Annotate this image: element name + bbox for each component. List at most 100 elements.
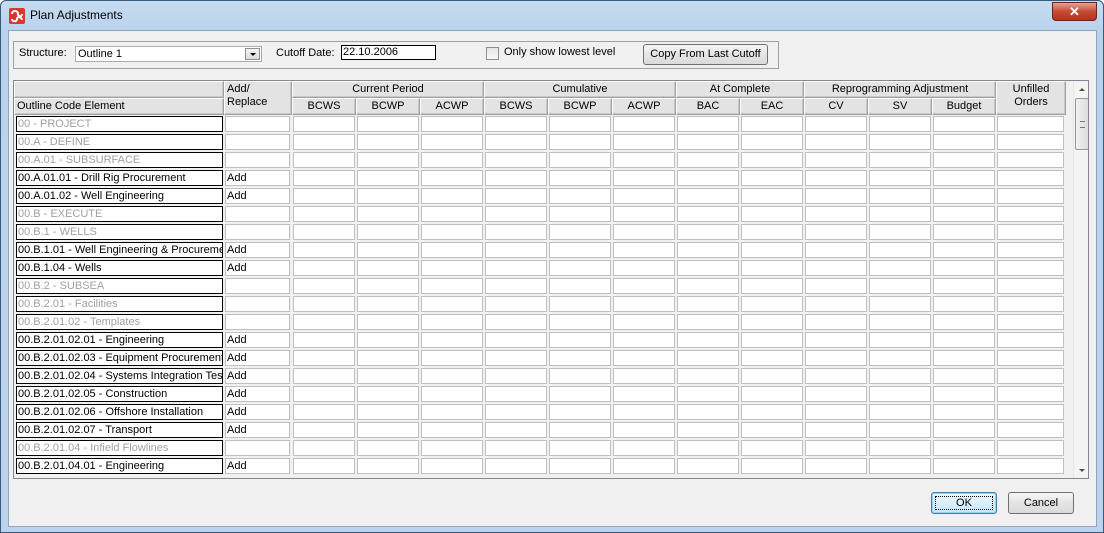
current-bcwp-cell[interactable] bbox=[357, 332, 419, 348]
add-replace-cell[interactable]: Add bbox=[225, 260, 290, 276]
copy-from-last-cutoff-button[interactable]: Copy From Last Cutoff bbox=[643, 44, 768, 65]
budget-cell[interactable] bbox=[933, 188, 995, 204]
current-bcwp-cell[interactable] bbox=[357, 296, 419, 312]
cumulative-bcwp-cell[interactable] bbox=[549, 134, 611, 150]
budget-cell[interactable] bbox=[933, 332, 995, 348]
scroll-thumb[interactable] bbox=[1075, 98, 1088, 150]
current-bcws-cell[interactable] bbox=[293, 224, 355, 240]
current-acwp-cell[interactable] bbox=[421, 350, 483, 366]
outline-code-cell[interactable]: 00.B.1.04 - Wells bbox=[16, 260, 223, 276]
outline-code-cell[interactable]: 00.A - DEFINE bbox=[16, 134, 223, 150]
current-bcws-cell[interactable] bbox=[293, 242, 355, 258]
current-bcws-cell[interactable] bbox=[293, 134, 355, 150]
current-bcws-cell[interactable] bbox=[293, 152, 355, 168]
current-acwp-cell[interactable] bbox=[421, 152, 483, 168]
cumulative-bcwp-cell[interactable] bbox=[549, 314, 611, 330]
cumulative-bcws-cell[interactable] bbox=[485, 134, 547, 150]
current-acwp-cell[interactable] bbox=[421, 314, 483, 330]
cumulative-bcws-cell[interactable] bbox=[485, 206, 547, 222]
current-bcws-cell[interactable] bbox=[293, 188, 355, 204]
current-bcwp-cell[interactable] bbox=[357, 170, 419, 186]
cv-cell[interactable] bbox=[805, 332, 867, 348]
cumulative-bcws-cell[interactable] bbox=[485, 458, 547, 474]
add-replace-cell[interactable]: Add bbox=[225, 332, 290, 348]
current-bcwp-cell[interactable] bbox=[357, 206, 419, 222]
cumulative-acwp-cell[interactable] bbox=[613, 404, 675, 420]
outline-code-cell[interactable]: 00 - PROJECT bbox=[16, 116, 223, 132]
eac-cell[interactable] bbox=[741, 458, 803, 474]
eac-cell[interactable] bbox=[741, 260, 803, 276]
scroll-down-arrow-icon[interactable] bbox=[1074, 462, 1088, 478]
add-replace-cell[interactable] bbox=[225, 296, 290, 312]
cumulative-bcwp-cell[interactable] bbox=[549, 386, 611, 402]
sv-cell[interactable] bbox=[869, 422, 931, 438]
bac-cell[interactable] bbox=[677, 224, 739, 240]
current-acwp-cell[interactable] bbox=[421, 134, 483, 150]
sv-cell[interactable] bbox=[869, 440, 931, 456]
cumulative-bcws-cell[interactable] bbox=[485, 116, 547, 132]
bac-cell[interactable] bbox=[677, 368, 739, 384]
current-bcws-cell[interactable] bbox=[293, 296, 355, 312]
unfilled-orders-cell[interactable] bbox=[997, 116, 1064, 132]
cv-cell[interactable] bbox=[805, 188, 867, 204]
sv-cell[interactable] bbox=[869, 314, 931, 330]
cumulative-bcwp-cell[interactable] bbox=[549, 170, 611, 186]
add-replace-cell[interactable] bbox=[225, 116, 290, 132]
bac-cell[interactable] bbox=[677, 404, 739, 420]
current-bcwp-cell[interactable] bbox=[357, 224, 419, 240]
current-bcws-cell[interactable] bbox=[293, 278, 355, 294]
add-replace-cell[interactable]: Add bbox=[225, 368, 290, 384]
bac-cell[interactable] bbox=[677, 188, 739, 204]
bac-cell[interactable] bbox=[677, 458, 739, 474]
current-bcws-cell[interactable] bbox=[293, 368, 355, 384]
outline-code-cell[interactable]: 00.B.2.01.02.03 - Equipment Procurement bbox=[16, 350, 223, 366]
current-bcwp-cell[interactable] bbox=[357, 188, 419, 204]
unfilled-orders-cell[interactable] bbox=[997, 386, 1064, 402]
current-bcws-cell[interactable] bbox=[293, 422, 355, 438]
cumulative-acwp-cell[interactable] bbox=[613, 206, 675, 222]
cv-cell[interactable] bbox=[805, 224, 867, 240]
bac-cell[interactable] bbox=[677, 206, 739, 222]
unfilled-orders-cell[interactable] bbox=[997, 422, 1064, 438]
add-replace-cell[interactable]: Add bbox=[225, 458, 290, 474]
budget-cell[interactable] bbox=[933, 134, 995, 150]
cumulative-acwp-cell[interactable] bbox=[613, 314, 675, 330]
outline-code-cell[interactable]: 00.A.01.01 - Drill Rig Procurement bbox=[16, 170, 223, 186]
cumulative-bcwp-cell[interactable] bbox=[549, 278, 611, 294]
cumulative-acwp-cell[interactable] bbox=[613, 368, 675, 384]
cumulative-acwp-cell[interactable] bbox=[613, 278, 675, 294]
unfilled-orders-cell[interactable] bbox=[997, 296, 1064, 312]
cumulative-acwp-cell[interactable] bbox=[613, 152, 675, 168]
cumulative-acwp-cell[interactable] bbox=[613, 224, 675, 240]
bac-cell[interactable] bbox=[677, 386, 739, 402]
cumulative-bcws-cell[interactable] bbox=[485, 242, 547, 258]
current-bcws-cell[interactable] bbox=[293, 332, 355, 348]
unfilled-orders-cell[interactable] bbox=[997, 224, 1064, 240]
unfilled-orders-cell[interactable] bbox=[997, 332, 1064, 348]
cumulative-acwp-cell[interactable] bbox=[613, 170, 675, 186]
cumulative-bcwp-cell[interactable] bbox=[549, 188, 611, 204]
current-acwp-cell[interactable] bbox=[421, 260, 483, 276]
cv-cell[interactable] bbox=[805, 134, 867, 150]
current-acwp-cell[interactable] bbox=[421, 224, 483, 240]
cv-cell[interactable] bbox=[805, 314, 867, 330]
cumulative-bcwp-cell[interactable] bbox=[549, 368, 611, 384]
sv-cell[interactable] bbox=[869, 260, 931, 276]
unfilled-orders-cell[interactable] bbox=[997, 368, 1064, 384]
cv-cell[interactable] bbox=[805, 152, 867, 168]
budget-cell[interactable] bbox=[933, 296, 995, 312]
cumulative-bcws-cell[interactable] bbox=[485, 152, 547, 168]
sv-cell[interactable] bbox=[869, 278, 931, 294]
eac-cell[interactable] bbox=[741, 242, 803, 258]
cumulative-bcws-cell[interactable] bbox=[485, 188, 547, 204]
current-acwp-cell[interactable] bbox=[421, 458, 483, 474]
cumulative-bcws-cell[interactable] bbox=[485, 278, 547, 294]
budget-cell[interactable] bbox=[933, 170, 995, 186]
cumulative-acwp-cell[interactable] bbox=[613, 116, 675, 132]
outline-code-cell[interactable]: 00.B.2.01.02.07 - Transport bbox=[16, 422, 223, 438]
current-bcwp-cell[interactable] bbox=[357, 368, 419, 384]
outline-code-cell[interactable]: 00.B - EXECUTE bbox=[16, 206, 223, 222]
current-bcws-cell[interactable] bbox=[293, 260, 355, 276]
eac-cell[interactable] bbox=[741, 386, 803, 402]
bac-cell[interactable] bbox=[677, 152, 739, 168]
